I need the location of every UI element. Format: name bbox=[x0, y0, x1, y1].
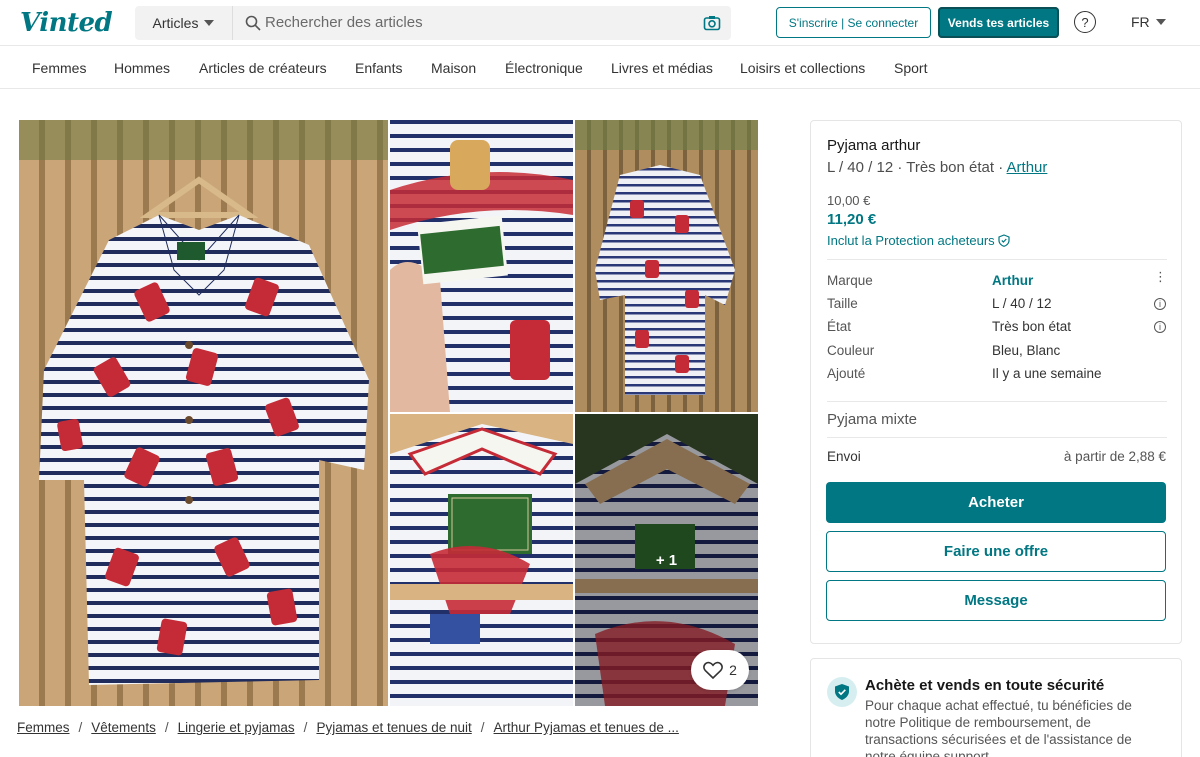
help-icon[interactable]: ? bbox=[1074, 11, 1096, 33]
breadcrumb-separator: / bbox=[164, 720, 169, 735]
nav-item-enfants[interactable]: Enfants bbox=[355, 60, 402, 76]
favourite-count: 2 bbox=[729, 662, 737, 678]
photo-thumbnail-2[interactable] bbox=[575, 120, 758, 412]
search-category-select[interactable]: Articles bbox=[135, 6, 233, 40]
divider bbox=[827, 401, 1167, 402]
original-price: 10,00 € bbox=[827, 193, 871, 208]
item-title: Pyjama arthur bbox=[827, 137, 921, 154]
shield-check-icon bbox=[998, 234, 1010, 247]
make-offer-button[interactable]: Faire une offre bbox=[826, 531, 1166, 572]
chevron-down-icon bbox=[1155, 19, 1166, 25]
breadcrumb-separator: / bbox=[480, 720, 485, 735]
heart-icon bbox=[703, 661, 723, 679]
safety-text: Pour chaque achat effectué, tu bénéficie… bbox=[865, 698, 1132, 757]
info-icon[interactable]: i bbox=[1154, 321, 1166, 333]
search-icon bbox=[245, 15, 261, 31]
top-header: Vinted Articles Rechercher des articles … bbox=[0, 0, 1200, 46]
detail-label-size: Taille bbox=[827, 296, 858, 311]
shipping-price: à partir de 2,88 € bbox=[1063, 449, 1166, 464]
chevron-down-icon bbox=[204, 20, 215, 26]
image-search-icon[interactable] bbox=[703, 14, 721, 32]
detail-label-color: Couleur bbox=[827, 343, 875, 358]
search-input[interactable]: Rechercher des articles bbox=[265, 14, 423, 31]
total-price: 11,20 € bbox=[827, 211, 877, 228]
nav-item-hommes[interactable]: Hommes bbox=[114, 60, 170, 76]
search-bar: Articles Rechercher des articles bbox=[135, 6, 731, 40]
vinted-logo[interactable]: Vinted bbox=[20, 8, 113, 38]
nav-item-maison[interactable]: Maison bbox=[431, 60, 476, 76]
language-label: FR bbox=[1131, 14, 1150, 30]
detail-value-added: Il y a une semaine bbox=[992, 366, 1102, 381]
safety-title: Achète et vends en toute sécurité bbox=[865, 677, 1105, 694]
buy-button[interactable]: Acheter bbox=[826, 482, 1166, 523]
breadcrumb-item-femmes[interactable]: Femmes bbox=[17, 720, 70, 735]
sell-items-button[interactable]: Vends tes articles bbox=[938, 7, 1059, 38]
photo-thumbnail-1[interactable] bbox=[390, 120, 573, 412]
item-details-panel: Pyjama arthur L / 40 / 12 · Très bon éta… bbox=[810, 120, 1182, 644]
category-nav: Femmes Hommes Articles de créateurs Enfa… bbox=[0, 47, 1200, 89]
shipping-label: Envoi bbox=[827, 449, 861, 464]
breadcrumb-item-vetements[interactable]: Vêtements bbox=[91, 720, 156, 735]
detail-value-size: L / 40 / 12 bbox=[992, 296, 1052, 311]
signup-login-button[interactable]: S'inscrire | Se connecter bbox=[776, 7, 931, 38]
nav-item-loisirs[interactable]: Loisirs et collections bbox=[740, 60, 865, 76]
nav-item-livres[interactable]: Livres et médias bbox=[611, 60, 713, 76]
brand-link[interactable]: Arthur bbox=[1007, 159, 1048, 176]
search-category-label: Articles bbox=[152, 15, 199, 31]
safety-info-panel: Achète et vends en toute sécurité Pour c… bbox=[810, 658, 1182, 757]
breadcrumb-separator: / bbox=[303, 720, 308, 735]
breadcrumb: Femmes / Vêtements / Lingerie et pyjamas / Pyj… bbox=[17, 720, 679, 735]
nav-item-electronique[interactable]: Électronique bbox=[505, 60, 583, 76]
shield-icon bbox=[827, 677, 857, 707]
main-photo[interactable] bbox=[19, 120, 388, 706]
message-button[interactable]: Message bbox=[826, 580, 1166, 621]
brand-label-illustration bbox=[390, 414, 573, 706]
divider bbox=[827, 259, 1167, 260]
favourite-button[interactable]: 2 bbox=[691, 650, 749, 690]
item-summary: L / 40 / 12 · Très bon état · bbox=[827, 159, 1007, 176]
detail-value-color: Bleu, Blanc bbox=[992, 343, 1061, 358]
divider bbox=[827, 437, 1167, 438]
shirt-back-illustration bbox=[575, 120, 758, 412]
nav-item-femmes[interactable]: Femmes bbox=[32, 60, 86, 76]
buyer-protection-label: Inclut la Protection acheteurs bbox=[827, 233, 995, 248]
buyer-protection-link[interactable]: Inclut la Protection acheteurs bbox=[827, 233, 1010, 248]
shirt-photo-illustration bbox=[19, 120, 388, 706]
item-subtitle: L / 40 / 12 · Très bon état · Arthur bbox=[827, 159, 1047, 176]
detail-value-brand[interactable]: Arthur bbox=[992, 273, 1033, 288]
detail-value-condition: Très bon état bbox=[992, 319, 1072, 334]
detail-label-added: Ajouté bbox=[827, 366, 866, 381]
more-photos-count: + 1 bbox=[655, 552, 678, 569]
breadcrumb-item-lingerie[interactable]: Lingerie et pyjamas bbox=[178, 720, 295, 735]
nav-item-sport[interactable]: Sport bbox=[894, 60, 927, 76]
item-description: Pyjama mixte bbox=[827, 411, 918, 428]
info-icon[interactable]: i bbox=[1154, 298, 1166, 310]
breadcrumb-item-arthur[interactable]: Arthur Pyjamas et tenues de ... bbox=[494, 720, 679, 735]
nav-item-createurs[interactable]: Articles de créateurs bbox=[199, 60, 327, 76]
detail-label-condition: État bbox=[827, 319, 852, 334]
language-select[interactable]: FR bbox=[1131, 14, 1166, 30]
detail-label-brand: Marque bbox=[827, 273, 873, 288]
label-closeup-illustration bbox=[390, 120, 573, 412]
more-options-icon[interactable]: ⋮ bbox=[1154, 269, 1167, 285]
breadcrumb-item-pyjamas[interactable]: Pyjamas et tenues de nuit bbox=[316, 720, 471, 735]
breadcrumb-separator: / bbox=[78, 720, 83, 735]
photo-thumbnail-3[interactable] bbox=[390, 414, 573, 706]
